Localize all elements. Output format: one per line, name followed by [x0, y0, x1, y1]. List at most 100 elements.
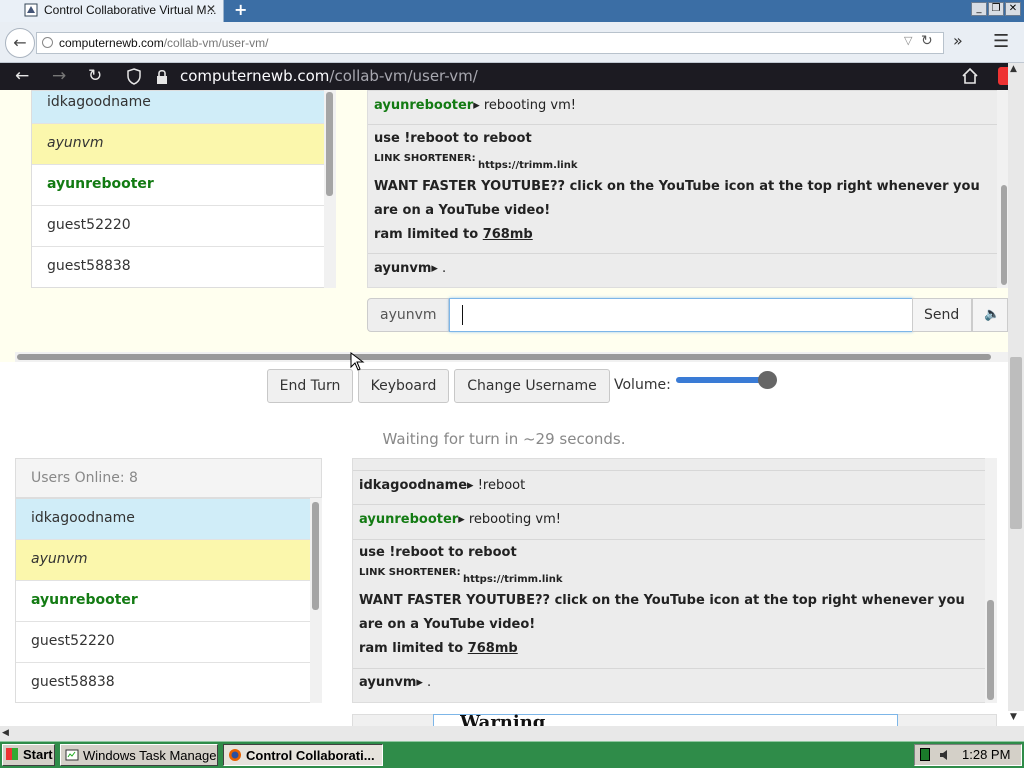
- outer-url-path: /collab-vm/user-vm/: [163, 36, 269, 50]
- user-row[interactable]: ayunrebooter: [32, 165, 335, 206]
- task-label: Windows Task Manager: [83, 748, 218, 763]
- motd-line: use !reboot to reboot: [359, 545, 517, 560]
- chat-message: ▸ rebooting vm!: [458, 512, 561, 527]
- user-row[interactable]: guest58838: [16, 663, 321, 702]
- keyboard-button[interactable]: Keyboard: [358, 369, 449, 403]
- text-caret: [462, 305, 463, 325]
- chat-username-tag: ayunvm: [367, 298, 449, 332]
- chat-username: ayunvm: [359, 675, 417, 690]
- motd-ram-link[interactable]: 768mb: [483, 227, 533, 242]
- clock: 1:28 PM: [962, 747, 1011, 762]
- chat-scroll-thumb[interactable]: [1001, 185, 1007, 285]
- chat-input[interactable]: [449, 298, 913, 332]
- chat-panel-top: ayunrebooter▸ rebooting vm! use !reboot …: [367, 90, 1008, 288]
- motd-ram-prefix: ram limited to: [359, 641, 468, 656]
- speaker-icon[interactable]: 🔈: [972, 298, 1008, 332]
- new-tab-button[interactable]: +: [234, 0, 247, 19]
- volume-icon[interactable]: [938, 748, 952, 762]
- users-online-header: Users Online: 8: [15, 458, 322, 498]
- user-name: ayunvm: [31, 551, 88, 567]
- chat-scroll-thumb[interactable]: [987, 600, 994, 700]
- chat-separator: [368, 253, 1007, 254]
- user-row[interactable]: ayunvm: [32, 124, 335, 165]
- page-scrollbar-thumb[interactable]: [1010, 357, 1022, 529]
- chat-separator: [353, 668, 996, 669]
- motd-ram-prefix: ram limited to: [374, 227, 483, 242]
- turn-status: Waiting for turn in ~29 seconds.: [382, 430, 626, 448]
- motd-ram-link[interactable]: 768mb: [468, 641, 518, 656]
- lock-icon[interactable]: [155, 69, 169, 85]
- user-row[interactable]: idkagoodname: [32, 91, 335, 124]
- chat-message: ▸ .: [416, 675, 432, 690]
- user-list-scroll-thumb[interactable]: [312, 502, 319, 610]
- windows-logo-icon: [6, 748, 18, 760]
- user-name: guest52220: [31, 633, 115, 649]
- send-button[interactable]: Send: [912, 298, 972, 332]
- overflow-chevron-icon[interactable]: »: [953, 31, 963, 50]
- site-info-icon[interactable]: [42, 37, 53, 48]
- home-icon[interactable]: [961, 67, 979, 85]
- scroll-left-icon[interactable]: ◀: [2, 728, 9, 738]
- network-icon[interactable]: [920, 748, 930, 761]
- minimize-icon[interactable]: _: [971, 2, 987, 16]
- user-name: ayunvm: [47, 135, 104, 151]
- inner-url-path: /collab-vm/user-vm/: [329, 67, 478, 85]
- inner-nav-bar: [0, 63, 1008, 90]
- user-row[interactable]: guest52220: [32, 206, 335, 247]
- outer-url-host: computernewb.com: [59, 36, 164, 50]
- user-list-top: idkagoodname ayunvm ayunrebooter guest52…: [31, 90, 336, 288]
- inner-reload-icon[interactable]: ↻: [88, 66, 102, 86]
- motd-link[interactable]: https://trimm.link: [463, 574, 563, 585]
- chat-username: ayunrebooter: [359, 512, 459, 527]
- change-username-button[interactable]: Change Username: [454, 369, 610, 403]
- hamburger-menu-icon[interactable]: ☰: [993, 31, 1009, 52]
- chat-username: ayunrebooter: [374, 98, 474, 113]
- user-row[interactable]: guest58838: [32, 247, 335, 287]
- chat-username: idkagoodname: [359, 478, 468, 493]
- mouse-cursor-icon: [350, 352, 365, 371]
- chat-separator: [353, 470, 996, 471]
- firefox-icon: [229, 749, 241, 761]
- volume-slider-knob[interactable]: [758, 371, 777, 389]
- page-horizontal-scrollbar[interactable]: [0, 726, 1024, 741]
- user-list-scroll-thumb[interactable]: [326, 92, 333, 196]
- inner-url-bar[interactable]: computernewb.com/collab-vm/user-vm/: [180, 67, 478, 85]
- scroll-down-icon[interactable]: ▼: [1010, 712, 1017, 722]
- user-row[interactable]: idkagoodname: [16, 499, 321, 540]
- user-name: guest58838: [31, 674, 115, 690]
- user-name: guest58838: [47, 258, 131, 274]
- end-turn-button[interactable]: End Turn: [267, 369, 353, 403]
- shield-icon[interactable]: [126, 68, 142, 85]
- inner-forward-icon[interactable]: →: [52, 66, 66, 86]
- inner-back-icon[interactable]: ←: [15, 66, 29, 86]
- outer-url-bar[interactable]: computernewb.com/collab-vm/user-vm/: [36, 32, 944, 54]
- close-window-icon[interactable]: ✕: [1005, 2, 1021, 16]
- user-row[interactable]: guest52220: [16, 622, 321, 663]
- chat-message: ▸ !reboot: [467, 478, 526, 493]
- motd-link-label: LINK SHORTENER:: [374, 153, 476, 164]
- task-manager-icon: [65, 749, 79, 761]
- restore-icon[interactable]: ❐: [988, 2, 1004, 16]
- reload-icon[interactable]: ↻: [921, 33, 933, 49]
- motd-link[interactable]: https://trimm.link: [478, 160, 578, 171]
- user-name: guest52220: [47, 217, 131, 233]
- outer-tab-title: Control Collaborative Virtual M...: [44, 3, 217, 17]
- user-name: ayunrebooter: [47, 176, 154, 192]
- motd-line: WANT FASTER YOUTUBE?? click on the YouTu…: [374, 179, 980, 194]
- user-name: idkagoodname: [47, 94, 151, 110]
- motd-line: are on a YouTube video!: [374, 203, 551, 218]
- scroll-up-icon[interactable]: ▲: [1010, 64, 1017, 74]
- chat-panel-bottom: idkagoodname▸ !reboot ayunrebooter▸ rebo…: [352, 458, 997, 703]
- back-icon[interactable]: ←: [5, 28, 35, 58]
- user-row[interactable]: ayunrebooter: [16, 581, 321, 622]
- chat-separator: [368, 124, 1007, 125]
- motd-link-label: LINK SHORTENER:: [359, 567, 461, 578]
- user-list-bottom: idkagoodname ayunvm ayunrebooter guest52…: [15, 498, 322, 703]
- taskbar-task-manager[interactable]: Windows Task Manager: [60, 744, 218, 766]
- user-row[interactable]: ayunvm: [16, 540, 321, 581]
- taskbar-firefox[interactable]: Control Collaborati...: [223, 744, 383, 766]
- close-tab-icon[interactable]: ✕: [206, 2, 216, 16]
- chevron-down-icon[interactable]: ▽: [904, 34, 912, 47]
- chat-separator: [353, 504, 996, 505]
- horizontal-scroll-thumb[interactable]: [17, 354, 991, 360]
